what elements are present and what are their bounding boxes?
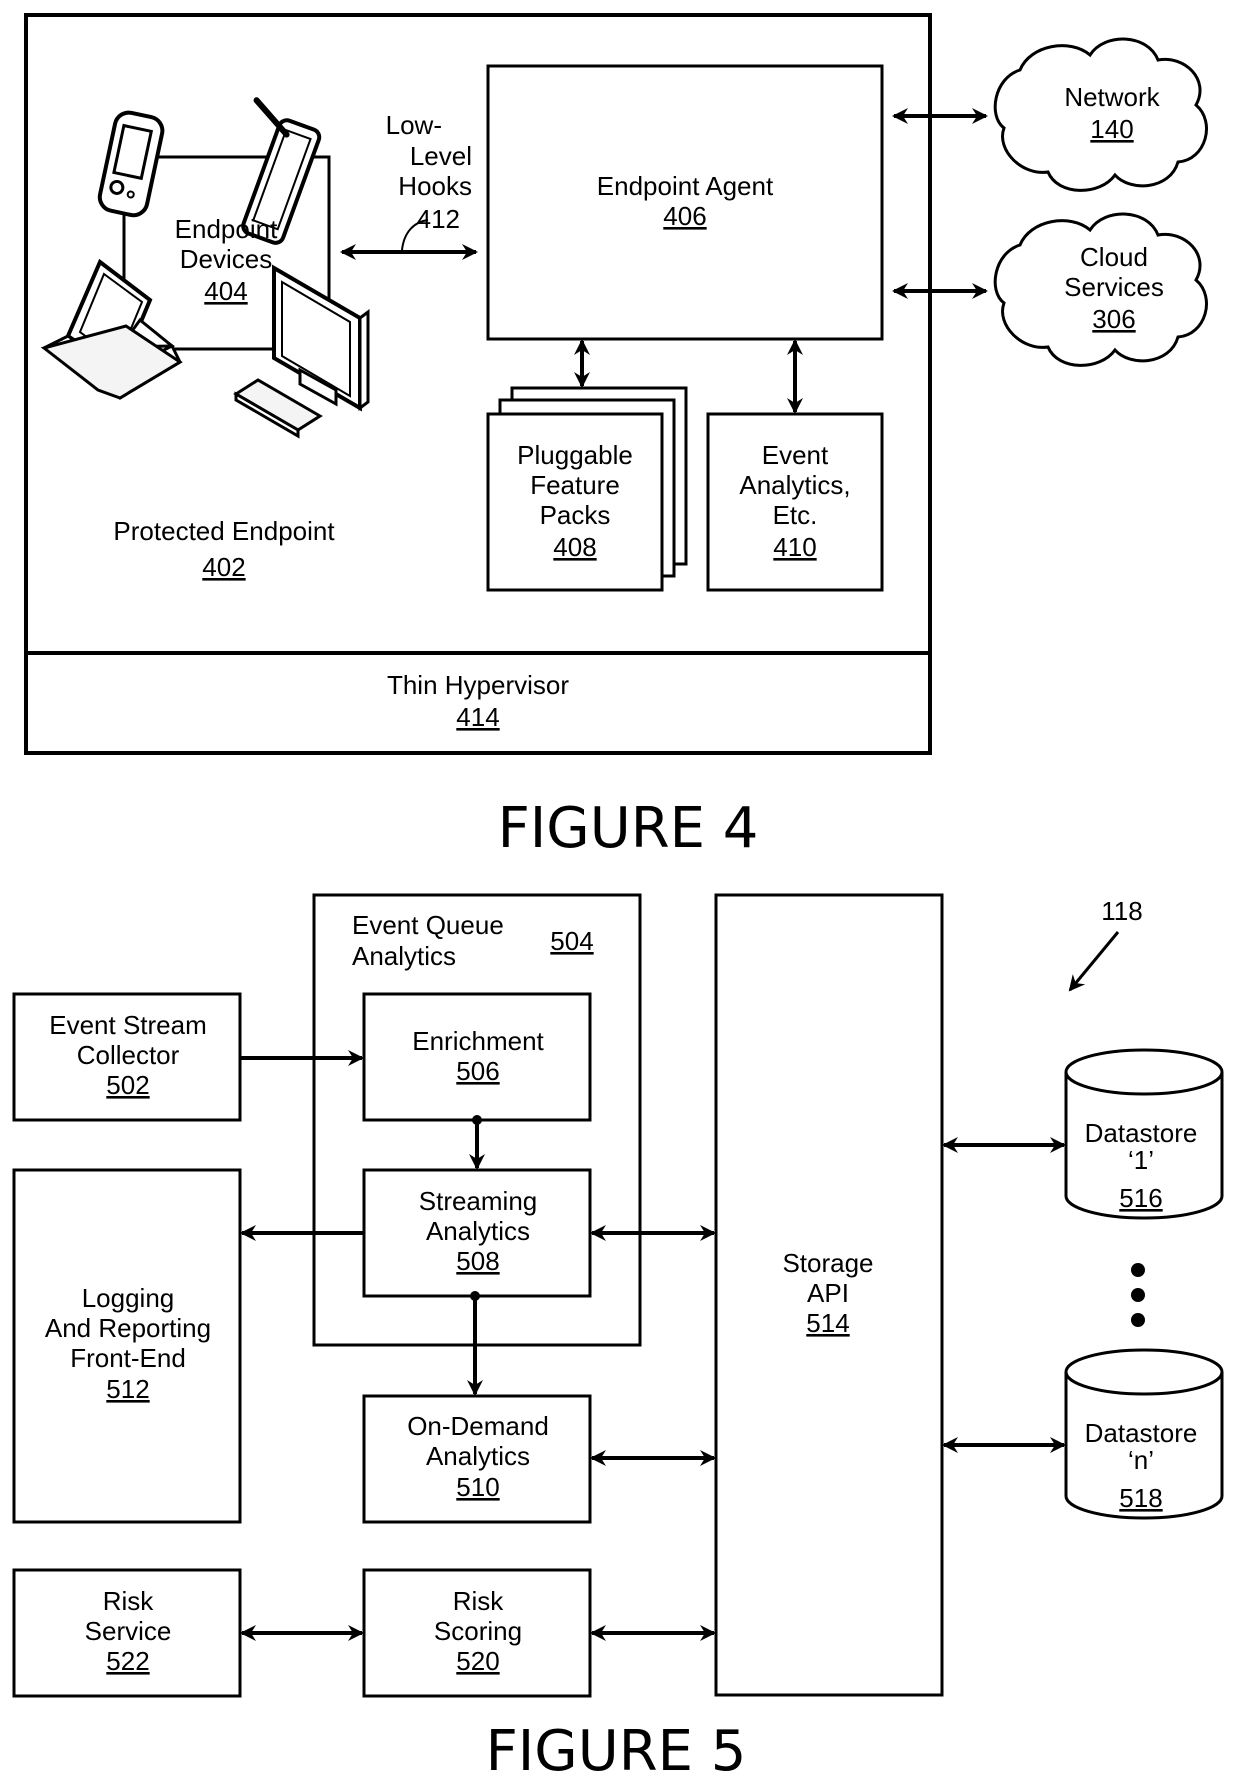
storage-api-ref: 514 <box>806 1308 849 1338</box>
risk-scoring-ref: 520 <box>456 1646 499 1676</box>
logging-label: Logging <box>82 1283 175 1313</box>
enrichment-label: Enrichment <box>412 1026 544 1056</box>
figure-5: 118 Event Queue Analytics 504 Event Stre… <box>12 893 1224 1780</box>
figure-4-caption: FIGURE 4 <box>498 796 759 861</box>
streaming-label-2: Analytics <box>426 1216 530 1246</box>
event-analytics-label-3: Etc. <box>773 500 818 530</box>
collector-ref: 502 <box>106 1070 149 1100</box>
cloud-services-label: Cloud <box>1080 242 1148 272</box>
feature-packs-ref: 408 <box>553 532 596 562</box>
protected-endpoint-ref: 402 <box>202 552 245 582</box>
logging-label-2: And Reporting <box>45 1313 211 1343</box>
event-analytics-label: Event <box>762 440 829 470</box>
enrichment-ref: 506 <box>456 1056 499 1086</box>
thin-hypervisor-ref: 414 <box>456 702 499 732</box>
risk-service-label: Risk <box>103 1586 155 1616</box>
collector-label-2: Collector <box>77 1040 180 1070</box>
streaming-ref: 508 <box>456 1246 499 1276</box>
ellipsis-dot <box>1131 1288 1145 1302</box>
risk-service-ref: 522 <box>106 1646 149 1676</box>
logging-ref: 512 <box>106 1374 149 1404</box>
feature-packs-label: Pluggable <box>517 440 633 470</box>
datastore-1-ref: 516 <box>1119 1183 1162 1213</box>
event-analytics-label-2: Analytics, <box>739 470 850 500</box>
network-label: Network <box>1064 82 1160 112</box>
cloud-services-ref: 306 <box>1092 304 1135 334</box>
event-analytics-ref: 410 <box>773 532 816 562</box>
cloud-services-label-2: Services <box>1064 272 1164 302</box>
datastore-1-label: Datastore <box>1085 1118 1198 1148</box>
network-cloud-icon: Network 140 <box>993 37 1208 192</box>
cloud-services-icon: Cloud Services 306 <box>993 212 1208 367</box>
datastore-n-ref: 518 <box>1119 1483 1162 1513</box>
on-demand-ref: 510 <box>456 1472 499 1502</box>
protected-endpoint-label: Protected Endpoint <box>113 516 335 546</box>
datastore-n-label: Datastore <box>1085 1418 1198 1448</box>
datastore-1-cylinder-icon: Datastore ‘1’ 516 <box>1064 1048 1224 1220</box>
datastore-n-cylinder-icon: Datastore ‘n’ 518 <box>1064 1348 1224 1520</box>
endpoint-agent-label: Endpoint Agent <box>597 171 774 201</box>
ellipsis-dot <box>1131 1263 1145 1277</box>
on-demand-label-2: Analytics <box>426 1441 530 1471</box>
event-queue-label-2: Analytics <box>352 941 456 971</box>
datastore-n-label-2: ‘n’ <box>1128 1445 1154 1475</box>
risk-service-label-2: Service <box>85 1616 172 1646</box>
logging-label-3: Front-End <box>70 1343 186 1373</box>
figure-5-caption: FIGURE 5 <box>486 1719 747 1780</box>
storage-api-label: Storage <box>782 1248 873 1278</box>
ellipsis-dot <box>1131 1313 1145 1327</box>
low-level-hooks-ref: 412 <box>417 204 460 234</box>
endpoint-devices-label-2: Devices <box>180 244 272 274</box>
event-queue-ref: 504 <box>550 926 593 956</box>
endpoint-devices-label: Endpoint <box>175 214 278 244</box>
endpoint-agent-ref: 406 <box>663 201 706 231</box>
low-level-hooks-label-2: Level <box>410 141 472 171</box>
endpoint-devices-ref: 404 <box>204 276 247 306</box>
figure-4: Endpoint Devices 404 Low- Level Hooks 41… <box>24 13 1208 861</box>
on-demand-label: On-Demand <box>407 1411 549 1441</box>
feature-packs-label-3: Packs <box>540 500 611 530</box>
risk-scoring-label: Risk <box>453 1586 505 1616</box>
storage-api-label-2: API <box>807 1278 849 1308</box>
feature-packs-label-2: Feature <box>530 470 620 500</box>
system-ref-label: 118 <box>1101 896 1142 926</box>
streaming-label: Streaming <box>419 1186 538 1216</box>
patent-figures: Endpoint Devices 404 Low- Level Hooks 41… <box>12 13 1224 1780</box>
network-ref: 140 <box>1090 114 1133 144</box>
thin-hypervisor-label: Thin Hypervisor <box>387 670 569 700</box>
low-level-hooks-label-3: Hooks <box>398 171 472 201</box>
system-ref-arrow <box>1068 931 1120 992</box>
low-level-hooks-label: Low- <box>386 110 442 140</box>
collector-label: Event Stream <box>49 1010 207 1040</box>
datastore-1-label-2: ‘1’ <box>1128 1145 1154 1175</box>
event-queue-label: Event Queue <box>352 910 504 940</box>
risk-scoring-label-2: Scoring <box>434 1616 522 1646</box>
